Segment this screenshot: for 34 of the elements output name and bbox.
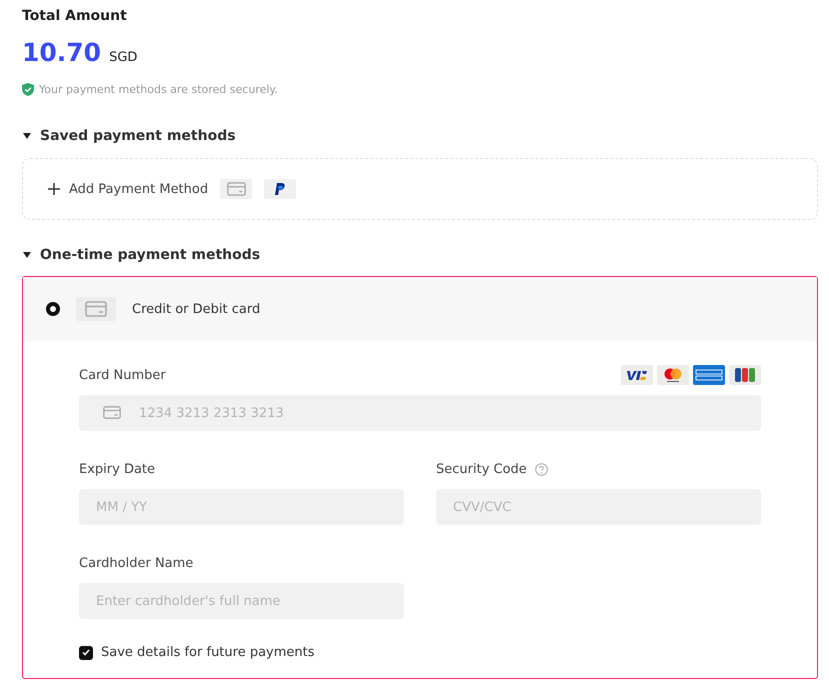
security-note: Your payment methods are stored securely. [39,83,278,96]
security-code-field[interactable]: CVV/CVC [436,489,761,525]
saved-methods-header[interactable]: Saved payment methods [22,126,818,146]
shield-check-icon [22,83,34,96]
total-label: Total Amount [22,8,128,26]
expiry-date-field[interactable]: MM / YY [79,489,404,525]
credit-card-icon [226,182,246,196]
total-amount: 10.70 [22,38,102,67]
field-label: Security Code [436,462,527,476]
plus-icon [48,183,60,195]
checkbox-label: Save details for future payments [101,645,315,660]
radio-button[interactable] [46,302,60,316]
field-label: Expiry Date [79,462,156,476]
checkbox[interactable] [79,646,93,660]
card-number-field[interactable]: 1234 3213 2313 3213 [79,395,761,431]
jcb-logo-icon [729,365,761,385]
visa-logo-icon [621,365,653,385]
credit-card-icon [103,406,121,419]
section-title: Saved payment methods [40,128,236,144]
check-icon [82,649,90,656]
payment-method-option[interactable]: Credit or Debit card [23,277,817,341]
currency: SGD [109,50,138,65]
add-payment-method-button[interactable]: Add Payment Method [48,182,208,196]
field-label: Cardholder Name [79,556,194,570]
cardholder-name-field[interactable]: Enter cardholder's full name [79,583,404,619]
amex-logo-icon [693,365,725,385]
credit-card-icon [85,301,107,317]
mastercard-logo-icon [657,365,689,385]
caret-icon [22,132,32,140]
section-title: One-time payment methods [40,247,260,263]
field-label: Card Number [79,368,166,382]
onetime-methods-header[interactable]: One-time payment methods [22,245,818,265]
caret-icon [22,251,32,259]
method-label: Credit or Debit card [132,302,260,316]
